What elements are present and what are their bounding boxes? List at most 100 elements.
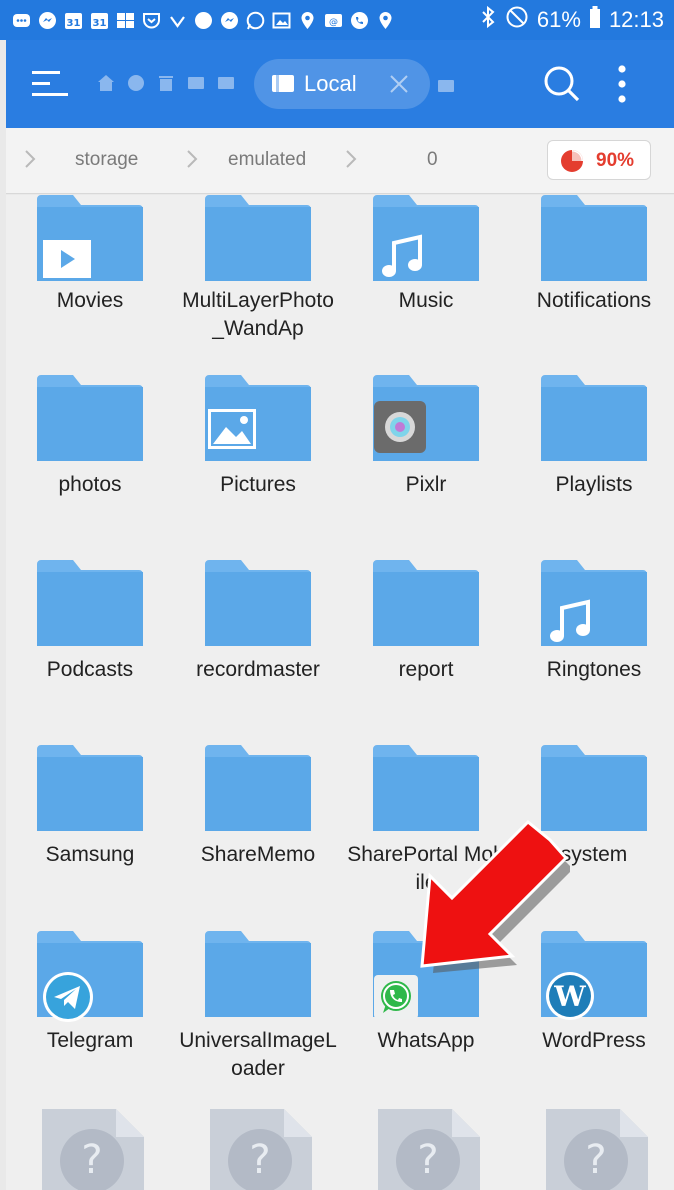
folder-name: Notifications xyxy=(536,289,652,312)
folder-name: photos xyxy=(58,473,122,496)
folder-name: Pixlr xyxy=(405,473,447,496)
file-grid: Movies MultiLayerPhoto_WandAp Music Notific… xyxy=(6,195,674,1190)
folder-name: WhatsApp xyxy=(377,1029,475,1052)
tab-local[interactable]: Local xyxy=(254,59,430,109)
image-icon xyxy=(208,409,256,454)
breadcrumb-item-emulated[interactable]: emulated xyxy=(228,149,306,171)
tab-label: Local xyxy=(304,71,357,96)
tab-icon[interactable] xyxy=(186,73,206,98)
folder-item[interactable]: recordmaster xyxy=(178,558,338,728)
folder-item[interactable]: Movies xyxy=(10,195,170,363)
location-icon xyxy=(298,11,317,30)
music-note-icon xyxy=(378,231,426,284)
folder-name: Playlists xyxy=(555,473,633,496)
folder-name: Music xyxy=(398,289,454,312)
trash-icon[interactable] xyxy=(156,73,176,98)
email-icon: @ xyxy=(324,11,343,30)
folder-item[interactable]: Pixlr xyxy=(346,373,506,543)
folder-icon xyxy=(37,745,143,831)
breadcrumb-item-storage[interactable]: storage xyxy=(75,149,138,171)
calendar-icon: 31 xyxy=(64,11,83,30)
hangouts-icon xyxy=(194,11,213,30)
folder-icon xyxy=(205,560,311,646)
close-icon[interactable] xyxy=(386,71,412,97)
whatsapp-icon xyxy=(246,11,265,30)
folder-name: Ringtones xyxy=(546,658,642,681)
folder-item[interactable]: Pictures xyxy=(178,373,338,543)
pie-chart-icon xyxy=(561,150,583,172)
calendar-icon: 31 xyxy=(90,11,109,30)
hamburger-icon xyxy=(32,71,68,96)
battery-icon xyxy=(589,5,601,35)
notification-icons: 31 31 @ xyxy=(12,8,395,32)
folder-item[interactable]: UniversalImageLoader xyxy=(178,929,338,1099)
folder-icon xyxy=(37,560,143,646)
unknown-file-item[interactable]: ? xyxy=(208,1109,312,1190)
breadcrumb: storage emulated 0 90% xyxy=(6,128,674,194)
folder-name: report xyxy=(398,658,454,681)
folder-icon xyxy=(205,931,311,1017)
telegram-icon xyxy=(42,971,94,1028)
svg-text:@: @ xyxy=(329,17,338,27)
unknown-file-glyph: ? xyxy=(585,1137,607,1183)
tab-icon[interactable] xyxy=(436,76,456,101)
chevron-right-icon xyxy=(346,150,357,168)
folder-item[interactable]: Notifications xyxy=(514,195,674,363)
search-button[interactable] xyxy=(542,64,582,104)
svg-text:31: 31 xyxy=(93,18,107,29)
unknown-file-item[interactable]: ? xyxy=(40,1109,144,1190)
unknown-file-glyph: ? xyxy=(417,1137,439,1183)
folder-icon xyxy=(373,560,479,646)
svg-text:31: 31 xyxy=(67,18,81,29)
folder-name: UniversalImageLoader xyxy=(179,1029,337,1080)
system-indicators: 61% 12:13 xyxy=(479,5,664,35)
tab-icon[interactable] xyxy=(216,73,236,98)
storage-usage-badge[interactable]: 90% xyxy=(547,140,651,180)
folder-item[interactable]: Ringtones xyxy=(514,558,674,728)
do-not-disturb-icon xyxy=(505,5,529,35)
folder-name: Podcasts xyxy=(46,658,134,681)
folder-name: Pictures xyxy=(220,473,296,496)
folder-item[interactable]: Podcasts xyxy=(10,558,170,728)
messenger-icon xyxy=(38,11,57,30)
messenger-icon xyxy=(220,11,239,30)
folder-name: Samsung xyxy=(45,843,135,866)
music-note-icon xyxy=(546,596,594,649)
home-icon[interactable] xyxy=(96,73,116,98)
gallery-icon xyxy=(116,11,135,30)
menu-button[interactable] xyxy=(32,68,68,100)
folder-icon xyxy=(205,195,311,281)
more-options-button[interactable] xyxy=(610,62,634,106)
folder-name: recordmaster xyxy=(196,658,320,681)
status-bar: 31 31 @ 61% 12:13 xyxy=(0,0,674,40)
folder-item[interactable]: ShareMemo xyxy=(178,743,338,913)
chat-bubble-icon xyxy=(12,11,31,30)
quick-access-icons xyxy=(96,73,236,98)
folder-item[interactable]: Telegram xyxy=(10,929,170,1099)
folder-item[interactable]: MultiLayerPhoto_WandAp xyxy=(178,195,338,363)
bluetooth-icon xyxy=(479,5,497,35)
folder-name: ShareMemo xyxy=(200,843,316,866)
folder-name: MultiLayerPhoto_WandAp xyxy=(182,289,334,340)
clock: 12:13 xyxy=(608,7,664,32)
chevron-right-icon xyxy=(25,150,36,168)
unknown-file-glyph: ? xyxy=(81,1137,103,1183)
unknown-file-item[interactable]: ? xyxy=(544,1109,648,1190)
folder-item[interactable]: Music xyxy=(346,195,506,363)
folder-item[interactable]: photos xyxy=(10,373,170,543)
location-icon xyxy=(376,11,395,30)
app-toolbar: Local xyxy=(6,40,674,128)
folder-item[interactable]: report xyxy=(346,558,506,728)
search-icon xyxy=(544,66,580,102)
unknown-file-item[interactable]: ? xyxy=(376,1109,480,1190)
battery-percent: 61% xyxy=(536,7,581,32)
storage-percent: 90% xyxy=(596,150,635,171)
chevron-right-icon xyxy=(187,150,198,168)
pixlr-app-icon xyxy=(374,401,426,458)
pocket-icon xyxy=(142,11,161,30)
network-icon[interactable] xyxy=(126,73,146,98)
folder-item[interactable]: Samsung xyxy=(10,743,170,913)
breadcrumb-item-0[interactable]: 0 xyxy=(427,149,438,171)
folder-icon xyxy=(37,375,143,461)
folder-item[interactable]: Playlists xyxy=(514,373,674,543)
